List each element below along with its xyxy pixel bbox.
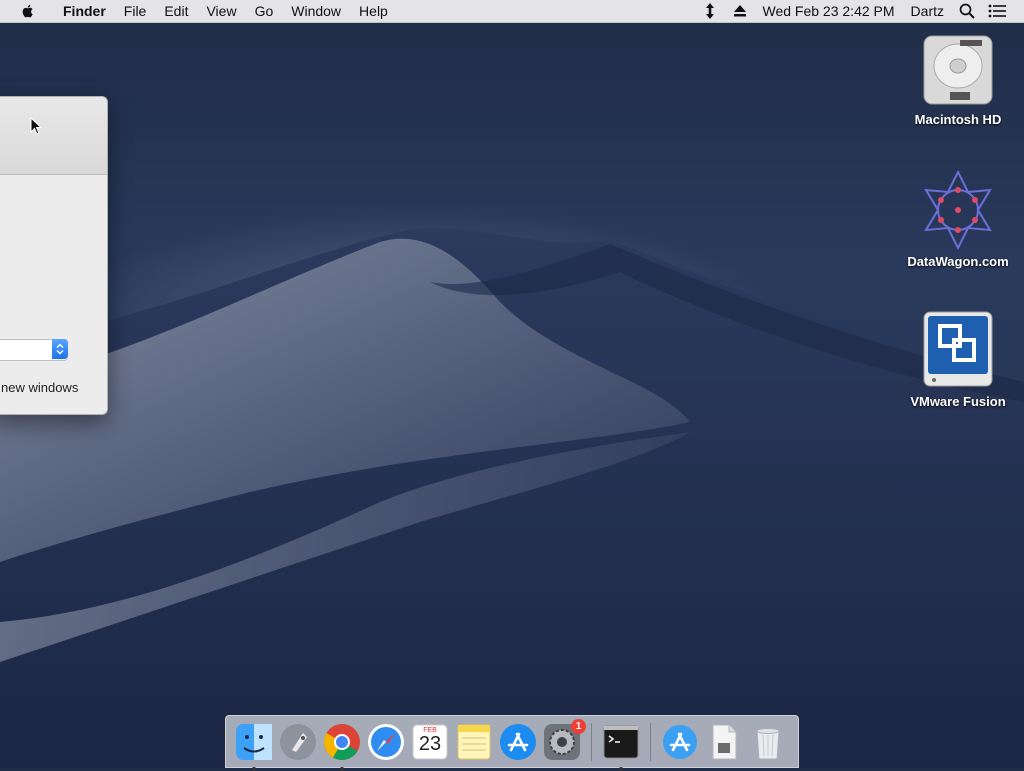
datawagon-icon [924,170,992,250]
desktop-wallpaper [0,228,1024,768]
desktop-icon-datawagon[interactable]: DataWagon.com [898,170,1018,269]
desktop-icon-macintosh-hd[interactable]: Macintosh HD [898,32,1018,127]
menu-user[interactable]: Dartz [903,0,952,22]
dock-item-system-preferences[interactable]: 1 [542,718,586,762]
select-arrows-icon[interactable] [52,339,68,359]
dock-separator [650,722,651,761]
launchpad-icon [280,723,316,760]
menu-help[interactable]: Help [350,0,397,22]
network-arrows-icon[interactable] [701,2,719,20]
dock-item-chrome[interactable] [322,722,362,771]
dock-item-calendar[interactable]: FEB 23 [410,722,450,762]
menu-app-finder[interactable]: Finder [54,0,115,22]
menu-view[interactable]: View [197,0,245,22]
mouse-cursor-icon [30,117,42,135]
document-icon [712,724,737,759]
running-indicator [340,766,344,771]
dock-item-safari[interactable] [366,722,406,762]
spotlight-search-icon[interactable] [958,2,976,20]
dock: FEB 23 1 [225,715,799,771]
eject-icon[interactable] [731,2,749,20]
desktop-icon-label: VMware Fusion [910,394,1006,409]
new-windows-caption: new windows [1,380,79,395]
desktop-icon-label: DataWagon.com [907,254,1009,269]
new-window-select[interactable] [0,339,68,361]
safari-icon [368,723,404,760]
dock-item-finder[interactable] [234,722,274,771]
dock-item-document[interactable] [704,722,744,762]
window-toolbar[interactable] [0,97,107,175]
menu-clock[interactable]: Wed Feb 23 2:42 PM [755,0,903,22]
terminal-icon [603,725,639,758]
dock-item-trash[interactable] [748,722,788,762]
desktop-icon-label: Macintosh HD [914,112,1002,127]
hard-drive-icon [923,35,993,105]
calendar-day: 23 [418,732,442,755]
dock-item-terminal[interactable] [601,722,641,771]
notification-badge: 1 [571,718,586,734]
dock-item-app-store[interactable] [498,722,538,762]
apple-icon[interactable] [20,3,36,19]
dock-item-notes[interactable] [454,722,494,762]
chrome-icon [323,723,360,760]
dock-separator [591,722,592,761]
vmware-fusion-icon [923,311,993,387]
desktop-icon-vmware-fusion[interactable]: VMware Fusion [898,310,1018,409]
running-indicator [252,766,256,771]
menu-file[interactable]: File [115,0,156,22]
menu-edit[interactable]: Edit [155,0,197,22]
menu-window[interactable]: Window [282,0,350,22]
menu-bar: Finder File Edit View Go Window Help Wed… [0,0,1024,23]
dock-item-launchpad[interactable] [278,722,318,762]
notes-icon [457,724,491,759]
dock-item-app-store-downloads[interactable] [660,722,700,762]
trash-icon [756,727,780,759]
running-indicator [619,766,623,771]
menu-go[interactable]: Go [246,0,283,22]
finder-icon [236,723,272,760]
app-store-folder-icon [663,724,697,759]
app-store-icon [500,723,536,760]
notification-center-icon[interactable] [988,2,1006,20]
finder-preferences-window[interactable]: new windows [0,96,108,415]
